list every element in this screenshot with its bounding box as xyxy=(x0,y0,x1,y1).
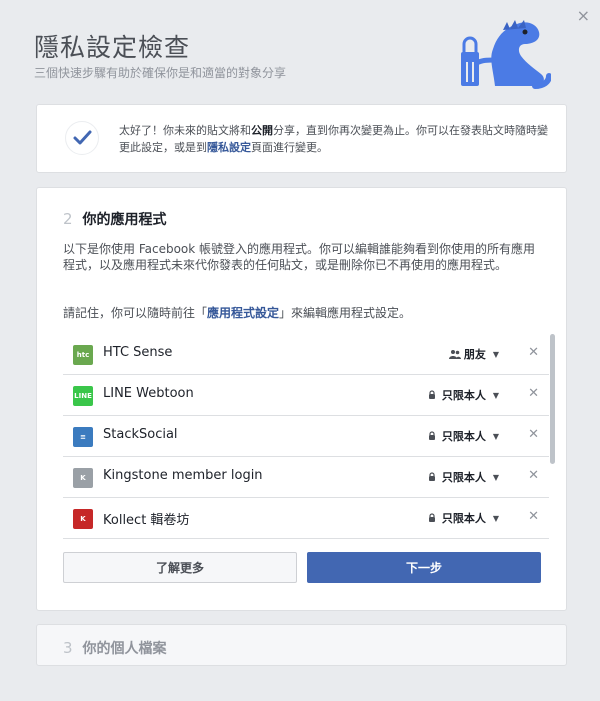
privacy-settings-link[interactable]: 隱私設定 xyxy=(207,141,251,154)
caret-down-icon: ▼ xyxy=(492,349,499,359)
app-icon: ≡ xyxy=(73,427,93,447)
caret-down-icon: ▼ xyxy=(492,431,499,441)
step-1-message: 太好了！你未來的貼文將和公開分享，直到你再次變更為止。你可以在發表貼文時隨時變更… xyxy=(119,124,548,154)
lock-icon xyxy=(427,431,437,441)
app-row: ≡ StackSocial 只限本人 ▼ ✕ xyxy=(63,416,549,457)
audience-label: 朋友 xyxy=(463,348,486,361)
step-2-apps-panel: 2 你的應用程式 以下是你使用 Facebook 帳號登入的應用程式。你可以編輯誰… xyxy=(36,187,567,611)
app-row: K Kingstone member login 只限本人 ▼ ✕ xyxy=(63,457,549,498)
lock-icon xyxy=(427,390,437,400)
step-3-header: 3 你的個人檔案 xyxy=(63,638,167,658)
audience-selector[interactable]: 只限本人 ▼ xyxy=(427,510,499,526)
app-name: LINE Webtoon xyxy=(103,386,194,401)
app-name: Kollect 輯卷坊 xyxy=(103,513,190,528)
app-icon: LINE xyxy=(73,386,93,406)
caret-down-icon: ▼ xyxy=(492,513,499,523)
audience-label: 只限本人 xyxy=(441,512,486,525)
apps-reminder: 請記住，你可以隨時前往「應用程式設定」來編輯應用程式設定。 xyxy=(63,306,412,320)
app-row: LINE LINE Webtoon 只限本人 ▼ ✕ xyxy=(63,375,549,416)
remove-app-icon[interactable]: ✕ xyxy=(528,468,539,483)
next-step-button[interactable]: 下一步 xyxy=(307,552,541,583)
app-name: StackSocial xyxy=(103,427,178,442)
step-3-profile-panel[interactable]: 3 你的個人檔案 xyxy=(36,624,567,666)
completed-check-icon xyxy=(65,121,99,155)
audience-label: 只限本人 xyxy=(441,471,486,484)
step-1-summary: 太好了！你未來的貼文將和公開分享，直到你再次變更為止。你可以在發表貼文時隨時變更… xyxy=(36,104,567,173)
remove-app-icon[interactable]: ✕ xyxy=(528,345,539,360)
audience-public-label: 公開 xyxy=(251,124,273,137)
friends-icon xyxy=(448,349,461,359)
lock-icon xyxy=(427,472,437,482)
audience-selector[interactable]: 只限本人 ▼ xyxy=(427,428,499,444)
app-list-scrollbar[interactable] xyxy=(550,334,555,464)
caret-down-icon: ▼ xyxy=(492,390,499,400)
app-icon: K xyxy=(73,509,93,529)
remove-app-icon[interactable]: ✕ xyxy=(528,509,539,524)
app-icon: K xyxy=(73,468,93,488)
apps-description: 以下是你使用 Facebook 帳號登入的應用程式。你可以編輯誰能夠看到你使用的… xyxy=(63,242,536,272)
audience-label: 只限本人 xyxy=(441,430,486,443)
audience-label: 只限本人 xyxy=(441,389,486,402)
page-subtitle: 三個快速步驟有助於確保你是和適當的對象分享 xyxy=(34,66,287,80)
app-settings-link[interactable]: 應用程式設定 xyxy=(207,306,279,320)
remove-app-icon[interactable]: ✕ xyxy=(528,427,539,442)
close-icon[interactable]: × xyxy=(577,8,590,24)
lock-icon xyxy=(427,513,437,523)
audience-selector[interactable]: 只限本人 ▼ xyxy=(427,387,499,403)
audience-selector[interactable]: 朋友 ▼ xyxy=(448,346,499,362)
app-name: HTC Sense xyxy=(103,345,173,360)
app-icon: htc xyxy=(73,345,93,365)
remove-app-icon[interactable]: ✕ xyxy=(528,386,539,401)
caret-down-icon: ▼ xyxy=(492,472,499,482)
step-number: 2 xyxy=(63,210,73,228)
learn-more-button[interactable]: 了解更多 xyxy=(63,552,297,583)
app-row: htc HTC Sense 朋友 ▼ ✕ xyxy=(63,334,549,375)
audience-selector[interactable]: 只限本人 ▼ xyxy=(427,469,499,485)
step-title: 你的應用程式 xyxy=(82,212,167,228)
app-name: Kingstone member login xyxy=(103,468,263,483)
step-2-header: 2 你的應用程式 xyxy=(63,209,167,229)
app-list: htc HTC Sense 朋友 ▼ ✕ LINE LINE Webtoon 只限本人 ▼ ✕ ≡ S… xyxy=(63,334,549,539)
step-title: 你的個人檔案 xyxy=(82,641,167,657)
page-title: 隱私設定檢查 xyxy=(34,33,191,62)
privacy-dinosaur-icon xyxy=(461,20,551,89)
app-row: K Kollect 輯卷坊 只限本人 ▼ ✕ xyxy=(63,498,549,539)
step-number: 3 xyxy=(63,639,73,657)
